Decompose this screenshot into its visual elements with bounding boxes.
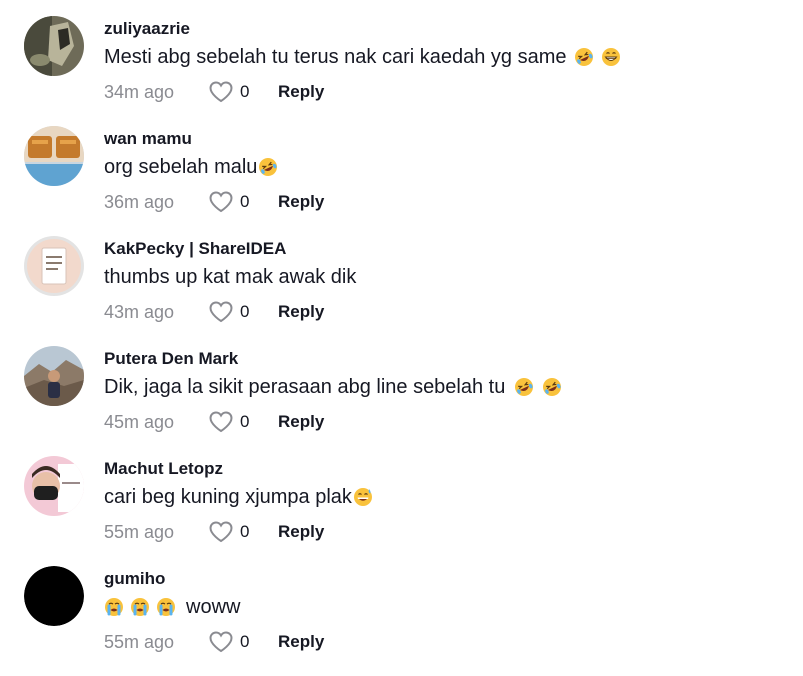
loudly-crying-emoji-icon [156, 597, 176, 617]
loudly-crying-emoji-icon [104, 597, 124, 617]
heart-icon[interactable] [208, 520, 234, 544]
username[interactable]: KakPecky | ShareIDEA [104, 239, 286, 259]
timestamp: 34m ago [104, 81, 175, 102]
comment-text-row: Mesti abg sebelah tu terus nak cari kaed… [104, 44, 621, 70]
avatar[interactable] [24, 16, 84, 76]
heart-icon[interactable] [208, 300, 234, 324]
comment-item: gumiho woww 55m ago 0 Reply [0, 566, 803, 676]
like-count: 0 [240, 632, 250, 651]
like-count: 0 [240, 82, 250, 101]
reply-button[interactable]: Reply [278, 192, 324, 212]
like-button[interactable]: 0 [208, 190, 278, 214]
avatar[interactable] [24, 566, 84, 626]
username[interactable]: Putera Den Mark [104, 349, 238, 369]
comment-text: cari beg kuning xjumpa plak [104, 485, 352, 508]
rofl-emoji-icon [574, 47, 594, 67]
comment-item: KakPecky | ShareIDEA thumbs up kat mak a… [0, 236, 803, 346]
comment-text-row: thumbs up kat mak awak dik [104, 264, 356, 290]
username[interactable]: Machut Letopz [104, 459, 223, 479]
heart-icon[interactable] [208, 190, 234, 214]
comment-item: Machut Letopz cari beg kuning xjumpa pla… [0, 456, 803, 566]
username[interactable]: zuliyaazrie [104, 19, 190, 39]
like-count: 0 [240, 192, 250, 211]
comment-text: Dik, jaga la sikit perasaan abg line seb… [104, 375, 506, 398]
sweat-smile-emoji-icon [353, 487, 373, 507]
comment-text-row: cari beg kuning xjumpa plak [104, 484, 373, 510]
like-count: 0 [240, 302, 250, 321]
reply-button[interactable]: Reply [278, 412, 324, 432]
comment-text: woww [186, 595, 241, 618]
timestamp: 55m ago [104, 521, 175, 542]
like-count: 0 [240, 412, 250, 431]
comment-text: thumbs up kat mak awak dik [104, 265, 357, 288]
comment-item: Putera Den Mark Dik, jaga la sikit peras… [0, 346, 803, 456]
heart-icon[interactable] [208, 80, 234, 104]
reply-button[interactable]: Reply [278, 522, 324, 542]
like-button[interactable]: 0 [208, 630, 278, 654]
timestamp: 36m ago [104, 191, 175, 212]
like-button[interactable]: 0 [208, 80, 278, 104]
comment-meta: 55m ago 0 Reply [104, 630, 324, 654]
timestamp: 55m ago [104, 631, 175, 652]
avatar[interactable] [24, 126, 84, 186]
timestamp: 43m ago [104, 301, 175, 322]
heart-icon[interactable] [208, 630, 234, 654]
like-button[interactable]: 0 [208, 410, 278, 434]
rofl-emoji-icon [542, 377, 562, 397]
comment-meta: 34m ago 0 Reply [104, 80, 324, 104]
rofl-emoji-icon [258, 157, 278, 177]
comment-text-row: Dik, jaga la sikit perasaan abg line seb… [104, 374, 562, 400]
username[interactable]: gumiho [104, 569, 165, 589]
comment-meta: 36m ago 0 Reply [104, 190, 324, 214]
comment-item: zuliyaazrie Mesti abg sebelah tu terus n… [0, 16, 803, 126]
comment-item: wan mamu org sebelah malu 36m ago 0 Repl… [0, 126, 803, 236]
timestamp: 45m ago [104, 411, 175, 432]
rofl-emoji-icon [514, 377, 534, 397]
comment-text: org sebelah malu [104, 155, 258, 178]
heart-icon[interactable] [208, 410, 234, 434]
like-button[interactable]: 0 [208, 520, 278, 544]
reply-button[interactable]: Reply [278, 632, 324, 652]
reply-button[interactable]: Reply [278, 302, 324, 322]
comment-text-row: org sebelah malu [104, 154, 278, 180]
username[interactable]: wan mamu [104, 129, 192, 149]
comment-meta: 45m ago 0 Reply [104, 410, 324, 434]
like-button[interactable]: 0 [208, 300, 278, 324]
comment-meta: 43m ago 0 Reply [104, 300, 324, 324]
loudly-crying-emoji-icon [130, 597, 150, 617]
avatar[interactable] [24, 456, 84, 516]
reply-button[interactable]: Reply [278, 82, 324, 102]
grin-emoji-icon [601, 47, 621, 67]
avatar[interactable] [24, 346, 84, 406]
avatar[interactable] [24, 236, 84, 296]
comment-text-row: woww [104, 594, 240, 620]
comment-meta: 55m ago 0 Reply [104, 520, 324, 544]
comment-text: Mesti abg sebelah tu terus nak cari kaed… [104, 45, 567, 68]
like-count: 0 [240, 522, 250, 541]
